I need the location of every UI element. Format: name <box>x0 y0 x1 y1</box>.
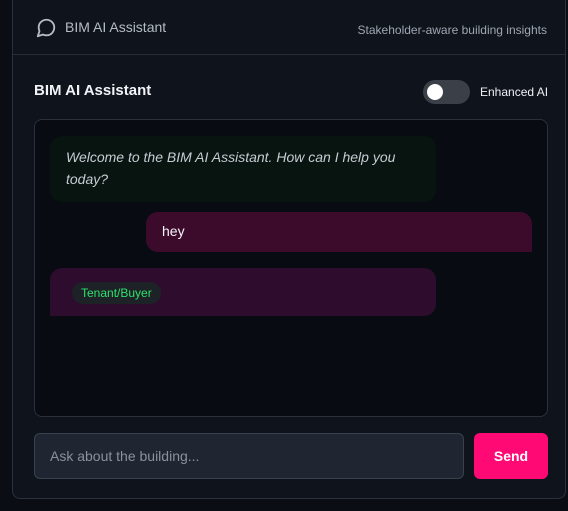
message-input[interactable] <box>34 433 464 479</box>
send-button[interactable]: Send <box>474 433 548 479</box>
chat-log[interactable]: Welcome to the BIM AI Assistant. How can… <box>34 119 548 417</box>
chat-bubble-icon <box>36 18 56 38</box>
user-message: hey <box>146 212 532 252</box>
enhanced-ai-label: Enhanced AI <box>480 85 549 99</box>
stakeholder-badge: Tenant/Buyer <box>72 282 161 304</box>
section-heading: BIM AI Assistant <box>34 82 152 99</box>
assistant-message: Tenant/Buyer <box>50 268 436 316</box>
toggle-knob <box>427 84 443 100</box>
top-bar: BIM AI Assistant Stakeholder-aware build… <box>13 0 565 55</box>
app-title: BIM AI Assistant <box>65 19 167 35</box>
enhanced-ai-toggle[interactable] <box>423 80 470 104</box>
assistant-welcome-message: Welcome to the BIM AI Assistant. How can… <box>50 136 436 202</box>
app-subtitle: Stakeholder-aware building insights <box>357 23 547 37</box>
assistant-panel: BIM AI Assistant Stakeholder-aware build… <box>12 0 566 499</box>
